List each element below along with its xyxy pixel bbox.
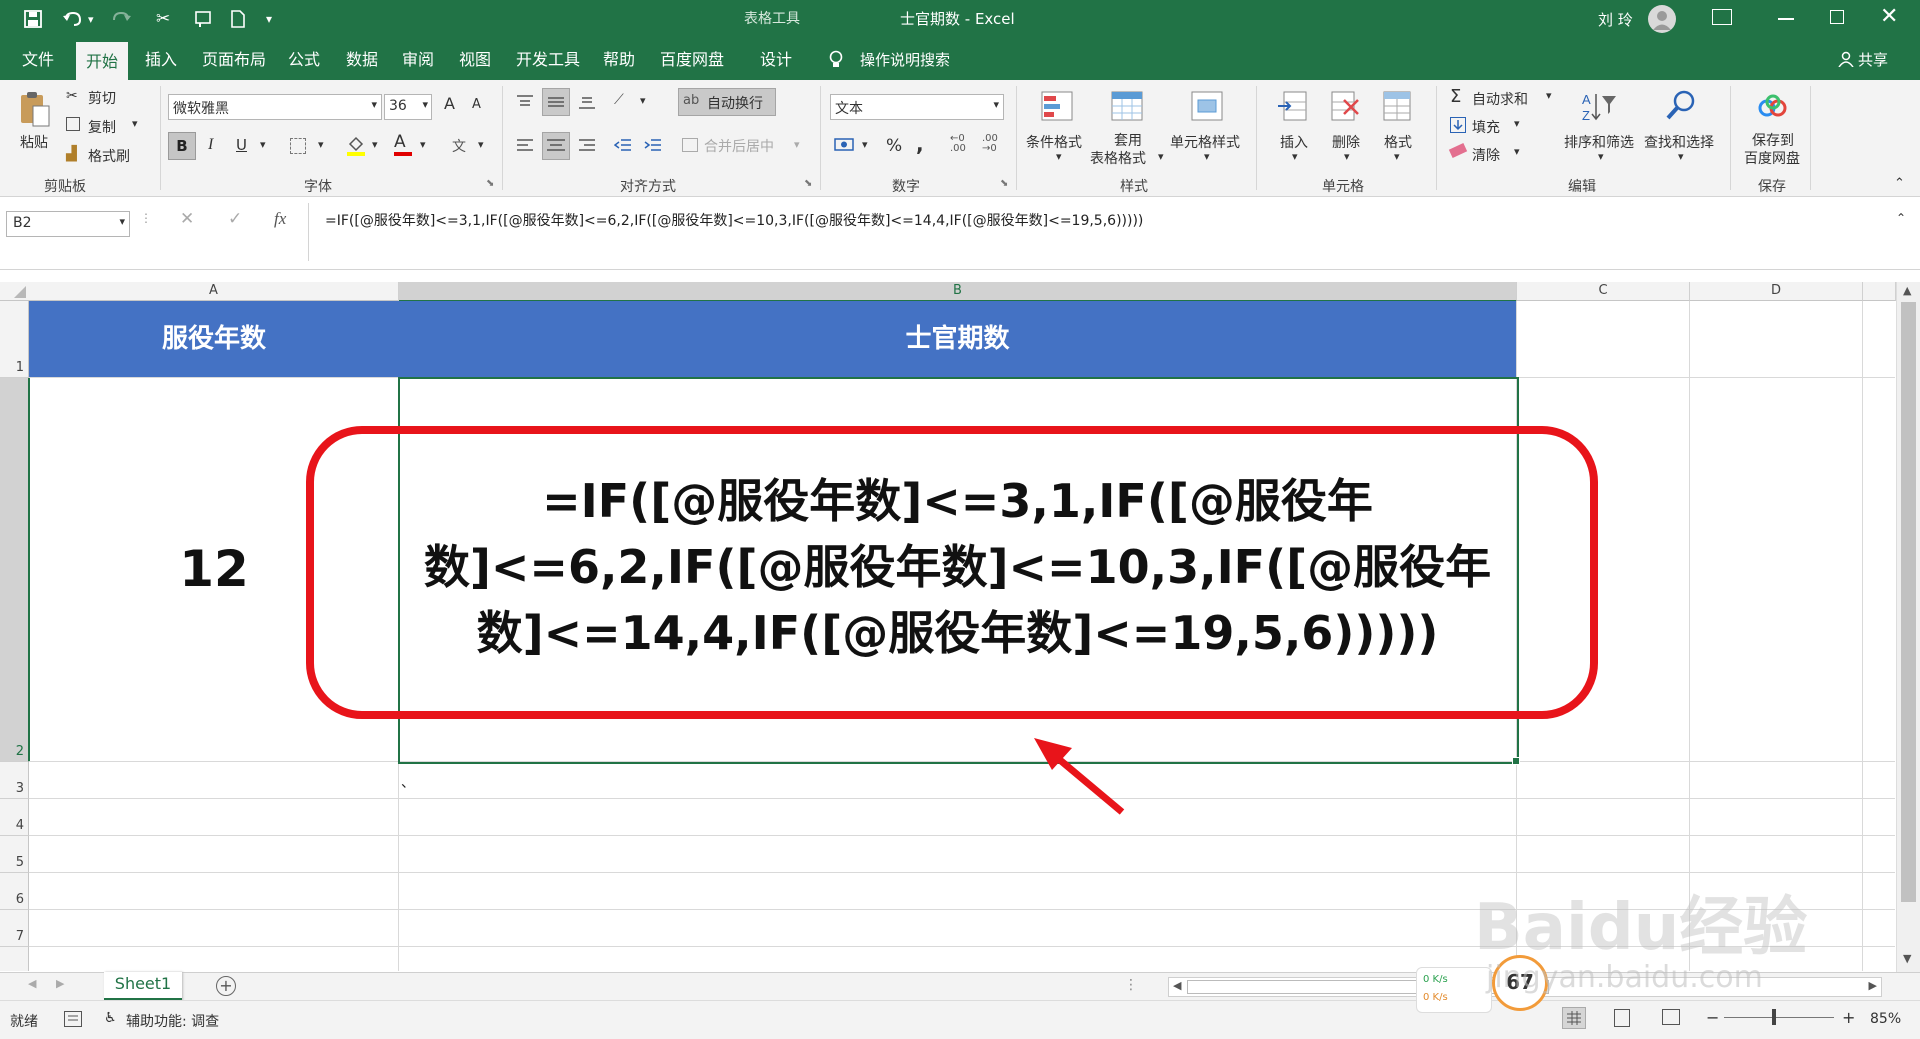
hscroll-right-icon[interactable]: ▶	[1869, 979, 1877, 992]
status-ready: 就绪	[10, 1014, 38, 1030]
sheet-tab-sheet1[interactable]: Sheet1	[104, 972, 182, 1001]
zoom-out-icon[interactable]: −	[1706, 1008, 1719, 1027]
watermark-url: jingyan.baidu.com	[1486, 960, 1763, 995]
scroll-up-icon[interactable]: ▲	[1903, 284, 1911, 297]
net-speed-widget: 0 K/s 0 K/s	[1416, 967, 1492, 1013]
zoom-level[interactable]: 85%	[1870, 1011, 1901, 1027]
vertical-scrollbar[interactable]: ▲ ▼	[1896, 282, 1920, 972]
accessibility-status[interactable]: 辅助功能: 调查	[126, 1011, 219, 1031]
page-layout-view-icon[interactable]	[1614, 1009, 1630, 1027]
hscroll-left-icon[interactable]: ◀	[1173, 979, 1181, 992]
zoom-slider[interactable]	[1724, 1017, 1834, 1018]
watermark-logo: Baidu经验	[1474, 891, 1808, 965]
tab-split-icon[interactable]: ⋮	[1124, 977, 1138, 993]
sheet-scroll-right-icon[interactable]: ▶	[56, 977, 64, 990]
zoom-slider-thumb[interactable]	[1772, 1009, 1776, 1025]
annotation-highlight-box	[306, 426, 1598, 719]
add-sheet-icon[interactable]: +	[216, 976, 236, 996]
download-speed: 0 K/s	[1423, 992, 1448, 1003]
accessibility-icon[interactable]: ♿	[104, 1010, 117, 1026]
zoom-in-icon[interactable]: +	[1842, 1008, 1855, 1027]
page-break-view-icon[interactable]	[1662, 1009, 1680, 1025]
vertical-scroll-thumb[interactable]	[1901, 302, 1916, 902]
status-bar: 就绪 ♿ 辅助功能: 调查 0 K/s 0 K/s 67 − + 85%	[0, 955, 1920, 1039]
scroll-down-icon[interactable]: ▼	[1903, 952, 1911, 965]
sheet-scroll-left-icon[interactable]: ◀	[28, 977, 36, 990]
upload-speed: 0 K/s	[1423, 974, 1448, 985]
normal-view-icon[interactable]	[1562, 1007, 1586, 1029]
macro-record-icon[interactable]	[64, 1011, 82, 1027]
